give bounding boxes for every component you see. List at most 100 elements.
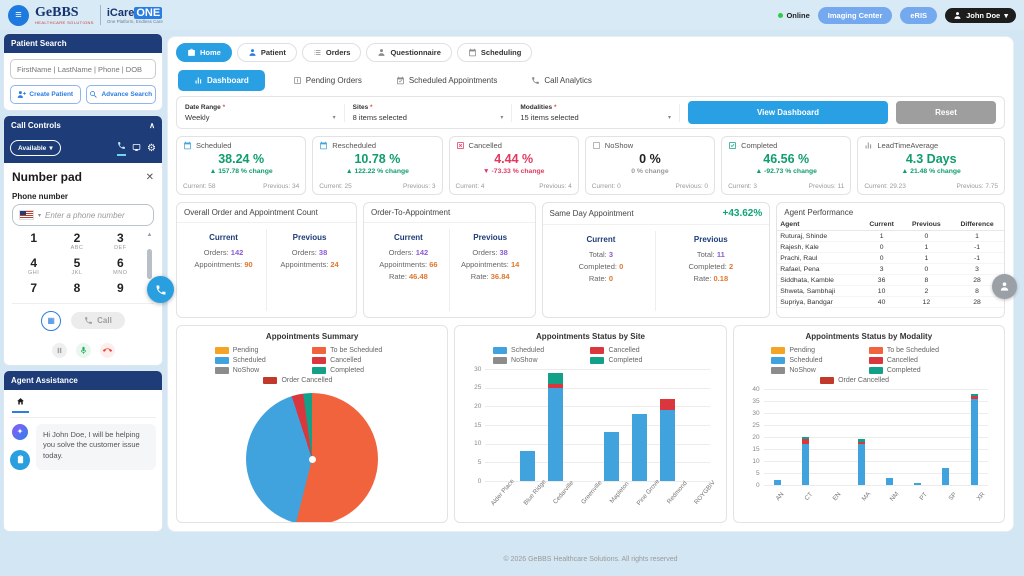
sites-select[interactable]: Sites * 8 items selected▾ xyxy=(353,104,513,122)
x-axis-label: EN xyxy=(832,491,843,502)
tab-dashboard[interactable]: Dashboard xyxy=(178,70,265,91)
y-axis-tick: 15 xyxy=(465,422,481,429)
legend-item[interactable]: Completed xyxy=(869,367,966,374)
legend-item[interactable]: NoShow xyxy=(215,367,312,374)
scroll-up-icon: ▲ xyxy=(147,232,153,238)
dialpad-key-1[interactable]: 1 xyxy=(12,232,55,251)
y-axis-tick: 20 xyxy=(465,403,481,410)
app-logo: GeBBS HEALTHCARE SOLUTIONS iCareONE One … xyxy=(35,5,163,25)
patient-search-input[interactable] xyxy=(10,59,156,79)
legend-item[interactable]: Cancelled xyxy=(590,347,687,354)
legend-item[interactable]: Cancelled xyxy=(869,357,966,364)
bar-segment xyxy=(604,432,619,481)
imaging-center-button[interactable]: Imaging Center xyxy=(818,7,893,24)
floating-phone-button[interactable] xyxy=(147,276,174,303)
screen-share-tab[interactable] xyxy=(132,143,141,154)
legend-item[interactable]: Scheduled xyxy=(493,347,590,354)
tab-pending-orders[interactable]: Pending Orders xyxy=(287,75,368,86)
legend-item[interactable]: To be Scheduled xyxy=(312,347,409,354)
eris-button[interactable]: eRIS xyxy=(900,7,937,24)
tab-scheduled-appointments[interactable]: Scheduled Appointments xyxy=(390,75,504,86)
dialpad-key-3[interactable]: 3DEF xyxy=(99,232,142,251)
dialpad-phone-tab[interactable] xyxy=(117,141,126,156)
legend-item[interactable]: Cancelled xyxy=(312,357,409,364)
legend-item[interactable]: Pending xyxy=(215,347,312,354)
create-patient-button[interactable]: Create Patient xyxy=(10,85,81,104)
dialpad-key-5[interactable]: 5JKL xyxy=(55,257,98,276)
nav-orders[interactable]: Orders xyxy=(302,43,362,62)
chevron-down-icon: ▾ xyxy=(333,114,336,121)
user-menu[interactable]: John Doe ▾ xyxy=(945,8,1016,23)
call-controls-section: Call Controls ∧ Available▾ ⚙ Number pad … xyxy=(3,115,163,366)
dialpad-key-8[interactable]: 8 xyxy=(55,282,98,295)
dialpad-key-7[interactable]: 7 xyxy=(12,282,55,295)
legend-item[interactable]: Order Cancelled xyxy=(820,377,917,384)
floating-profile-button[interactable] xyxy=(992,274,1017,299)
collapse-chevron-icon[interactable]: ∧ xyxy=(149,121,155,130)
legend-item[interactable]: Completed xyxy=(590,357,687,364)
ai-assistant-avatar: ✦ xyxy=(12,424,28,440)
legend-item[interactable]: Order Cancelled xyxy=(263,377,360,384)
dialpad-key-2[interactable]: 2ABC xyxy=(55,232,98,251)
nav-patient[interactable]: Patient xyxy=(237,43,297,62)
top-header: ≡ GeBBS HEALTHCARE SOLUTIONS iCareONE On… xyxy=(0,0,1024,30)
legend-item[interactable]: Completed xyxy=(312,367,409,374)
legend-item[interactable]: Scheduled xyxy=(771,357,868,364)
logo-tagline: One Platform, Endless Care xyxy=(107,19,163,24)
hold-call-button[interactable] xyxy=(52,343,67,358)
close-icon[interactable]: ✕ xyxy=(146,172,154,183)
chevron-down-icon: ▾ xyxy=(1004,11,1008,20)
legend-swatch-icon xyxy=(263,377,277,384)
dialpad-key-4[interactable]: 4GHI xyxy=(12,257,55,276)
kpi-change: ▲ 21.48 % change xyxy=(864,168,998,175)
us-flag-icon[interactable] xyxy=(19,210,34,220)
bar-AN xyxy=(774,480,781,485)
settings-tab[interactable]: ⚙ xyxy=(147,143,156,154)
clipboard-button[interactable] xyxy=(10,450,30,470)
modalities-select[interactable]: Modalities * 15 items selected▾ xyxy=(520,104,680,122)
view-dashboard-button[interactable]: View Dashboard xyxy=(688,101,888,124)
bar-Blue Ridge xyxy=(520,451,535,481)
legend-swatch-icon xyxy=(869,347,883,354)
hamburger-menu-icon[interactable]: ≡ xyxy=(8,5,29,26)
y-axis-tick: 15 xyxy=(744,446,760,453)
legend-item[interactable]: NoShow xyxy=(493,357,590,364)
call-controls-header[interactable]: Call Controls ∧ xyxy=(4,116,162,135)
date-range-select[interactable]: Date Range * Weekly▾ xyxy=(185,104,345,122)
main-content: Home Patient Orders Questionnaire Schedu… xyxy=(167,36,1014,532)
keypad-toggle-button[interactable]: ▦ xyxy=(41,311,61,331)
legend-item[interactable]: NoShow xyxy=(771,367,868,374)
dialpad-key-6[interactable]: 6MNO xyxy=(99,257,142,276)
agent-status-dropdown[interactable]: Available▾ xyxy=(10,140,61,156)
legend-swatch-icon xyxy=(493,347,507,354)
dialpad-key-9[interactable]: 9 xyxy=(99,282,142,295)
reset-button[interactable]: Reset xyxy=(896,101,996,124)
y-axis-tick: 10 xyxy=(744,458,760,465)
end-call-button[interactable] xyxy=(100,343,115,358)
site-legend: ScheduledCancelledNoShowCompleted xyxy=(485,345,697,365)
legend-item[interactable]: Pending xyxy=(771,347,868,354)
panel-title: Overall Order and Appointment Count xyxy=(184,208,318,217)
mute-mic-button[interactable] xyxy=(76,343,91,358)
advance-search-button[interactable]: Advance Search xyxy=(86,85,157,104)
legend-item[interactable]: Scheduled xyxy=(215,357,312,364)
bar-Pine Grove xyxy=(632,414,647,481)
call-button[interactable]: Call xyxy=(71,312,125,329)
tab-call-analytics[interactable]: Call Analytics xyxy=(525,75,598,86)
scrollbar-thumb[interactable] xyxy=(147,249,152,279)
nav-home[interactable]: Home xyxy=(176,43,232,62)
modality-legend: PendingTo be ScheduledScheduledCancelled… xyxy=(763,345,975,385)
assistance-home-tab[interactable] xyxy=(12,397,29,413)
cancel-icon xyxy=(456,141,465,150)
nav-questionnaire[interactable]: Questionnaire xyxy=(366,43,451,62)
y-axis-tick: 20 xyxy=(744,434,760,441)
x-axis-label: Greenville xyxy=(580,479,604,505)
phone-number-input[interactable]: ▾ Enter a phone number xyxy=(12,204,154,226)
legend-item[interactable]: To be Scheduled xyxy=(869,347,966,354)
icareone-logo: iCareONE xyxy=(107,7,163,19)
bar-NM xyxy=(886,478,893,485)
legend-swatch-icon xyxy=(869,367,883,374)
site-bar-chart: 051015202530Alder PlaceBlue RidgeCedarvi… xyxy=(461,369,719,510)
nav-scheduling[interactable]: Scheduling xyxy=(457,43,532,62)
bar-segment xyxy=(971,399,978,485)
